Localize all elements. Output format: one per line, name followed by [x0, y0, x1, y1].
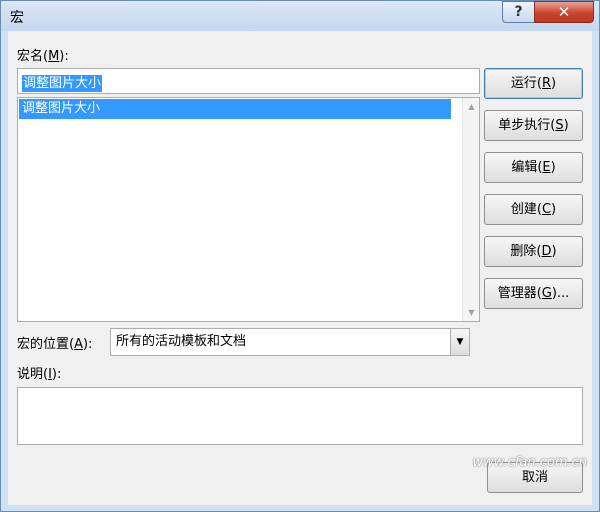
- step-into-button-key: S: [555, 118, 564, 133]
- scroll-up-icon[interactable]: ▲: [463, 98, 480, 115]
- organizer-button-prefix: 管理器(: [497, 286, 542, 301]
- location-label-key: A: [74, 337, 83, 352]
- watermark: www.cfan.com.cn: [472, 455, 587, 470]
- window-title: 宏: [10, 10, 24, 26]
- macro-name-value: 调整图片大小: [22, 75, 103, 92]
- organizer-button-key: G: [541, 286, 552, 301]
- create-button-suffix: ): [551, 202, 557, 217]
- dialog-body: 宏名(M): 调整图片大小 调整图片大小 ▲ ▼ 运行(R) 单步执行(S) 编…: [8, 31, 592, 505]
- organizer-button-suffix: )...: [551, 286, 570, 301]
- close-button[interactable]: ✕: [534, 1, 594, 23]
- location-label-prefix: 宏的位置(: [17, 337, 75, 352]
- description-box[interactable]: [17, 387, 583, 445]
- list-scrollbar[interactable]: ▲ ▼: [462, 98, 479, 321]
- step-into-button[interactable]: 单步执行(S): [484, 110, 583, 141]
- help-button[interactable]: ?: [502, 1, 535, 23]
- edit-button[interactable]: 编辑(E): [484, 152, 583, 183]
- run-button[interactable]: 运行(R): [484, 68, 583, 99]
- delete-button-prefix: 删除(: [510, 244, 542, 259]
- description-label: 说明(I):: [17, 363, 61, 382]
- location-dropdown-button[interactable]: ▼: [450, 328, 470, 356]
- step-into-button-suffix: ): [563, 118, 569, 133]
- edit-button-prefix: 编辑(: [511, 160, 543, 175]
- create-button-key: C: [541, 202, 552, 217]
- run-button-prefix: 运行(: [510, 76, 542, 91]
- description-label-prefix: 说明(: [17, 367, 49, 382]
- run-button-suffix: ): [551, 76, 557, 91]
- macro-name-label: 宏名(M):: [17, 45, 69, 64]
- macro-name-input[interactable]: 调整图片大小: [17, 68, 480, 94]
- location-label: 宏的位置(A):: [17, 333, 92, 352]
- edit-button-suffix: ): [550, 160, 556, 175]
- location-label-suffix: ):: [82, 337, 93, 352]
- macro-name-label-suffix: ):: [59, 49, 69, 64]
- location-select[interactable]: 所有的活动模板和文档: [110, 328, 470, 356]
- run-button-key: R: [541, 76, 552, 91]
- delete-button[interactable]: 删除(D): [484, 236, 583, 267]
- help-icon: ?: [514, 4, 523, 20]
- edit-button-key: E: [542, 160, 551, 175]
- organizer-button[interactable]: 管理器(G)...: [484, 278, 583, 309]
- title-bar[interactable]: 宏 ? ✕: [1, 1, 599, 31]
- list-item[interactable]: 调整图片大小: [19, 99, 451, 119]
- create-button[interactable]: 创建(C): [484, 194, 583, 225]
- macros-dialog: 宏 ? ✕ 宏名(M): 调整图片大小 调整图片大小 ▲ ▼ 运行(R) 单步执…: [0, 0, 600, 512]
- step-into-button-prefix: 单步执行(: [498, 118, 556, 133]
- location-selected-value: 所有的活动模板和文档: [116, 334, 247, 349]
- scroll-down-icon[interactable]: ▼: [463, 304, 480, 321]
- close-icon: ✕: [557, 3, 571, 21]
- create-button-prefix: 创建(: [510, 202, 542, 217]
- delete-button-key: D: [541, 244, 552, 259]
- macro-name-label-key: M: [48, 49, 60, 64]
- macro-name-label-prefix: 宏名(: [17, 49, 49, 64]
- macro-list[interactable]: 调整图片大小 ▲ ▼: [17, 97, 480, 322]
- chevron-down-icon: ▼: [456, 337, 464, 347]
- delete-button-suffix: ): [551, 244, 557, 259]
- description-label-suffix: ):: [51, 367, 62, 382]
